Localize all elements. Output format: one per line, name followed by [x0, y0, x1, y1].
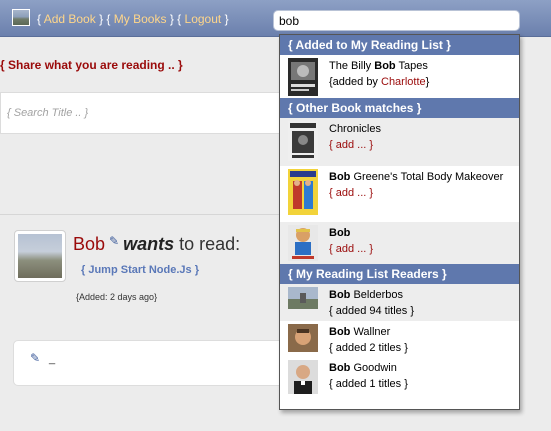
book-cover-thumbnail: [288, 58, 318, 96]
added-by-prefix: {added by: [329, 76, 381, 88]
result-item[interactable]: Bob Greene's Total Body Makeover { add .…: [280, 166, 519, 222]
result-item[interactable]: Bob { add ... }: [280, 222, 519, 264]
user-avatar[interactable]: [12, 9, 30, 26]
reader-name-match: Bob: [329, 362, 351, 374]
divider: [0, 214, 280, 215]
reader-avatar: [288, 287, 318, 309]
logout-link[interactable]: Logout: [185, 12, 222, 26]
result-item[interactable]: Chronicles { add ... }: [280, 118, 519, 166]
result-title-match: Bob: [329, 171, 351, 183]
title-search-input[interactable]: [7, 107, 267, 119]
result-title-match: Bob: [329, 227, 351, 239]
reader-name-rest: Goodwin: [350, 362, 397, 374]
title-search-box: [0, 92, 290, 134]
section-header-book-matches: { Other Book matches }: [280, 98, 519, 118]
reader-item[interactable]: Bob Belderbos { added 94 titles }: [280, 284, 519, 321]
reader-avatar: [288, 324, 318, 352]
feed-user-avatar[interactable]: [14, 230, 66, 282]
nav-separator: } {: [99, 12, 111, 26]
book-cover-thumbnail: [288, 225, 318, 261]
book-cover-thumbnail: [288, 169, 318, 215]
reader-name-rest: Belderbos: [350, 289, 403, 301]
reader-name-match: Bob: [329, 289, 351, 301]
nav-brace: {: [37, 12, 42, 26]
share-heading: { Share what you are reading .. }: [0, 58, 183, 72]
book-cover-thumbnail: [288, 121, 318, 161]
result-title-pre: The Billy: [329, 60, 375, 72]
main-nav: { Add Book } { My Books } { Logout }: [37, 12, 229, 26]
reader-title-count: { added 1 titles }: [329, 378, 408, 390]
my-books-link[interactable]: My Books: [114, 12, 167, 26]
feed-rest: to read:: [174, 234, 241, 254]
add-book-action[interactable]: { add ... }: [329, 137, 511, 153]
feed-user-name[interactable]: Bob: [73, 234, 105, 254]
comment-box[interactable]: ✎ _: [13, 340, 285, 386]
result-item[interactable]: The Billy Bob Tapes {added by Charlotte}: [280, 55, 519, 98]
result-title-post: Tapes: [395, 60, 428, 72]
reader-item[interactable]: Bob Wallner { added 2 titles }: [280, 321, 519, 357]
comment-text: _: [49, 353, 56, 365]
search-results-dropdown: { Added to My Reading List } The Billy B…: [279, 34, 520, 410]
reader-title-count: { added 2 titles }: [329, 342, 408, 354]
pencil-icon[interactable]: ✎: [30, 351, 40, 365]
added-by-user-link[interactable]: Charlotte: [381, 76, 426, 88]
pencil-icon[interactable]: ✎: [109, 234, 119, 248]
reader-item[interactable]: Bob Goodwin { added 1 titles }: [280, 357, 519, 397]
reader-avatar: [288, 360, 318, 394]
nav-brace: }: [224, 12, 229, 26]
top-bar: { Add Book } { My Books } { Logout }: [0, 0, 551, 37]
reader-name-match: Bob: [329, 326, 351, 338]
section-header-readers: { My Reading List Readers }: [280, 264, 519, 284]
section-header-reading-list: { Added to My Reading List }: [280, 35, 519, 55]
feed-entry-text: Bob ✎ wants to read:: [73, 234, 240, 255]
add-book-link[interactable]: Add Book: [44, 12, 96, 26]
result-title-match: Bob: [374, 60, 396, 72]
result-title-post: Chronicles: [329, 123, 381, 135]
feed-book-link[interactable]: { Jump Start Node.Js }: [81, 264, 199, 276]
feed-verb: wants: [123, 234, 175, 254]
feed-added-time: {Added: 2 days ago}: [76, 292, 158, 302]
added-by-suffix: }: [425, 76, 430, 88]
result-title-post: Greene's Total Body Makeover: [350, 171, 504, 183]
reader-title-count: { added 94 titles }: [329, 305, 415, 317]
global-search-input[interactable]: [273, 10, 520, 31]
reader-name-rest: Wallner: [350, 326, 391, 338]
nav-separator: } {: [169, 12, 182, 26]
add-book-action[interactable]: { add ... }: [329, 185, 511, 201]
add-book-action[interactable]: { add ... }: [329, 241, 511, 257]
